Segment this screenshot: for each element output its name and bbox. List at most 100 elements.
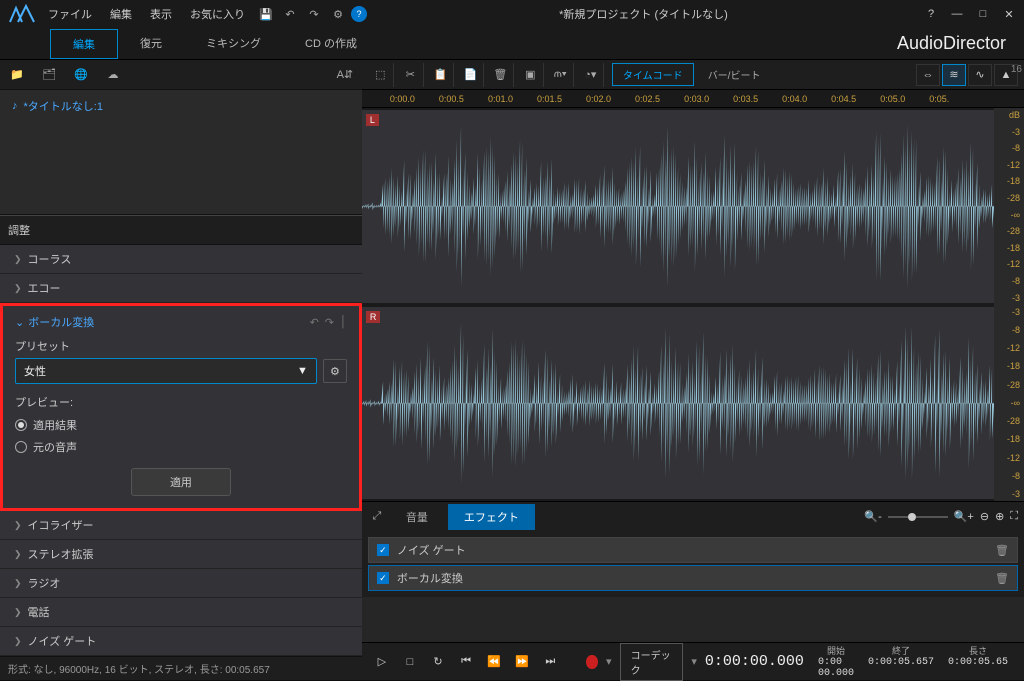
radio-icon [15,419,27,431]
effect-radio[interactable]: ❯ラジオ [0,569,362,598]
radio-applied-result[interactable]: 適用結果 [15,414,347,436]
zoom-slider[interactable] [888,516,948,518]
forward-button[interactable]: ⏩ [512,650,532,674]
help-button[interactable]: ? [920,3,942,25]
record-menu-icon[interactable]: ▾ [606,655,612,668]
logo-icon [4,2,40,26]
chevron-right-icon: ❯ [14,283,22,294]
waveform-right[interactable]: R [362,307,994,500]
mode-restore[interactable]: 復元 [118,29,184,59]
rewind-button[interactable]: ⏪ [484,650,504,674]
lock-icon[interactable]: ⤢ [368,508,386,526]
delete-icon[interactable]: 🗑 [488,63,514,87]
checkbox-icon[interactable]: ✓ [377,572,389,584]
window-title: *新規プロジェクト (タイトルなし) [367,6,920,22]
tab-volume[interactable]: 音量 [390,504,444,530]
radio-original[interactable]: 元の音声 [15,436,347,458]
maximize-button[interactable]: □ [972,3,994,25]
library-icon[interactable]: 🗂 [40,66,58,84]
mode-mix[interactable]: ミキシング [184,29,283,59]
close-panel-icon[interactable]: │ [340,316,347,329]
redo-icon[interactable]: ↷ [303,3,325,25]
effect-chorus[interactable]: ❯コーラス [0,245,362,274]
timeline-ruler[interactable]: 0:00.0 0:00.5 0:01.0 0:01.5 0:02.0 0:02.… [362,90,1024,108]
paste-icon[interactable]: 📄 [458,63,484,87]
mode-cd[interactable]: CD の作成 [283,29,379,59]
view-mode-3-icon[interactable]: ∿ [968,64,992,86]
close-button[interactable]: ✕ [998,3,1020,25]
redo-small-icon[interactable]: ↷ [325,316,334,329]
applied-effect-vocal[interactable]: ✓ ボーカル変換 🗑 [368,565,1018,591]
undo-icon[interactable]: ↶ [279,3,301,25]
settings-icon[interactable]: ⚙ [327,3,349,25]
effect-phone[interactable]: ❯電話 [0,598,362,627]
barbeat-button[interactable]: バー/ビート [698,64,771,85]
help-icon[interactable]: ? [351,6,367,22]
trash-icon[interactable]: 🗑 [995,572,1009,585]
loop-button[interactable]: ↻ [428,650,448,674]
preset-select[interactable]: 女性 ▼ [15,358,317,384]
timecode-button[interactable]: タイムコード [612,63,694,86]
menu-edit[interactable]: 編集 [102,2,140,26]
chevron-down-icon[interactable]: ⌄ [15,316,24,329]
effect-stereo[interactable]: ❯ステレオ拡張 [0,540,362,569]
track-item[interactable]: ♪ *タイトルなし:1 [4,94,358,118]
chevron-right-icon: ❯ [14,254,22,265]
chevron-right-icon: ❯ [14,549,22,560]
zoom-v-in-icon[interactable]: ⊕ [995,510,1004,523]
minimize-button[interactable]: — [946,3,968,25]
copy-icon[interactable]: 📋 [428,63,454,87]
cloud-icon[interactable]: ☁ [104,66,122,84]
normalize-icon[interactable]: ⫙▾ [548,63,574,87]
skip-end-button[interactable]: ⏭ [540,650,560,674]
effect-noisegate[interactable]: ❯ノイズ ゲート [0,627,362,656]
play-button[interactable]: ▷ [372,650,392,674]
start-time: 0:00 00.000 [818,657,854,679]
end-time: 0:00:05.657 [868,657,934,668]
channel-label-r: R [366,311,381,323]
save-icon[interactable]: 💾 [255,3,277,25]
import-icon[interactable]: 📁 [8,66,26,84]
tab-effect[interactable]: エフェクト [448,504,535,530]
codec-button[interactable]: コーデック [620,643,684,681]
track-name: *タイトルなし:1 [24,98,103,114]
zoom-in-icon[interactable]: 🔍+ [954,510,974,523]
waveform-left[interactable]: L [362,110,994,303]
insert-silence-icon[interactable]: ◔▾ [578,63,604,87]
trash-icon[interactable]: 🗑 [995,544,1009,557]
view-mode-1-icon[interactable]: ⇔ [916,64,940,86]
chevron-right-icon: ❯ [14,607,22,618]
zoom-v-out-icon[interactable]: ⊖ [980,510,989,523]
vocal-title: ボーカル変換 [28,314,94,330]
length-time: 0:00:05.65 [948,657,1008,668]
applied-effect-noise[interactable]: ✓ ノイズ ゲート 🗑 [368,537,1018,563]
track-list: ♪ *タイトルなし:1 [0,90,362,215]
preset-settings-icon[interactable]: ⚙ [323,359,347,383]
chevron-right-icon: ❯ [14,636,22,647]
select-tool-icon[interactable]: ⬚ [368,63,394,87]
skip-start-button[interactable]: ⏮ [456,650,476,674]
preview-label: プレビュー: [15,394,347,410]
view-mode-2-icon[interactable]: ≋ [942,64,966,86]
cut-icon[interactable]: ✂ [398,63,424,87]
font-size-icon[interactable]: A⇵ [336,66,354,84]
record-button[interactable] [586,655,598,669]
checkbox-icon[interactable]: ✓ [377,544,389,556]
side-number: 16 [1011,64,1022,677]
stop-button[interactable]: □ [400,650,420,674]
undo-small-icon[interactable]: ↶ [310,316,319,329]
chevron-right-icon: ❯ [14,520,22,531]
note-icon: ♪ [12,100,18,112]
effect-equalizer[interactable]: ❯イコライザー [0,511,362,540]
crop-icon[interactable]: ▣ [518,63,544,87]
menu-file[interactable]: ファイル [40,2,100,26]
zoom-out-icon[interactable]: 🔍- [864,510,881,523]
adjust-header: 調整 [0,215,362,245]
globe-icon[interactable]: 🌐 [72,66,90,84]
preset-label: プリセット [15,338,347,354]
menu-view[interactable]: 表示 [142,2,180,26]
effect-echo[interactable]: ❯エコー [0,274,362,303]
menu-favorites[interactable]: お気に入り [182,2,253,26]
apply-button[interactable]: 適用 [131,468,231,496]
mode-edit[interactable]: 編集 [50,29,118,59]
